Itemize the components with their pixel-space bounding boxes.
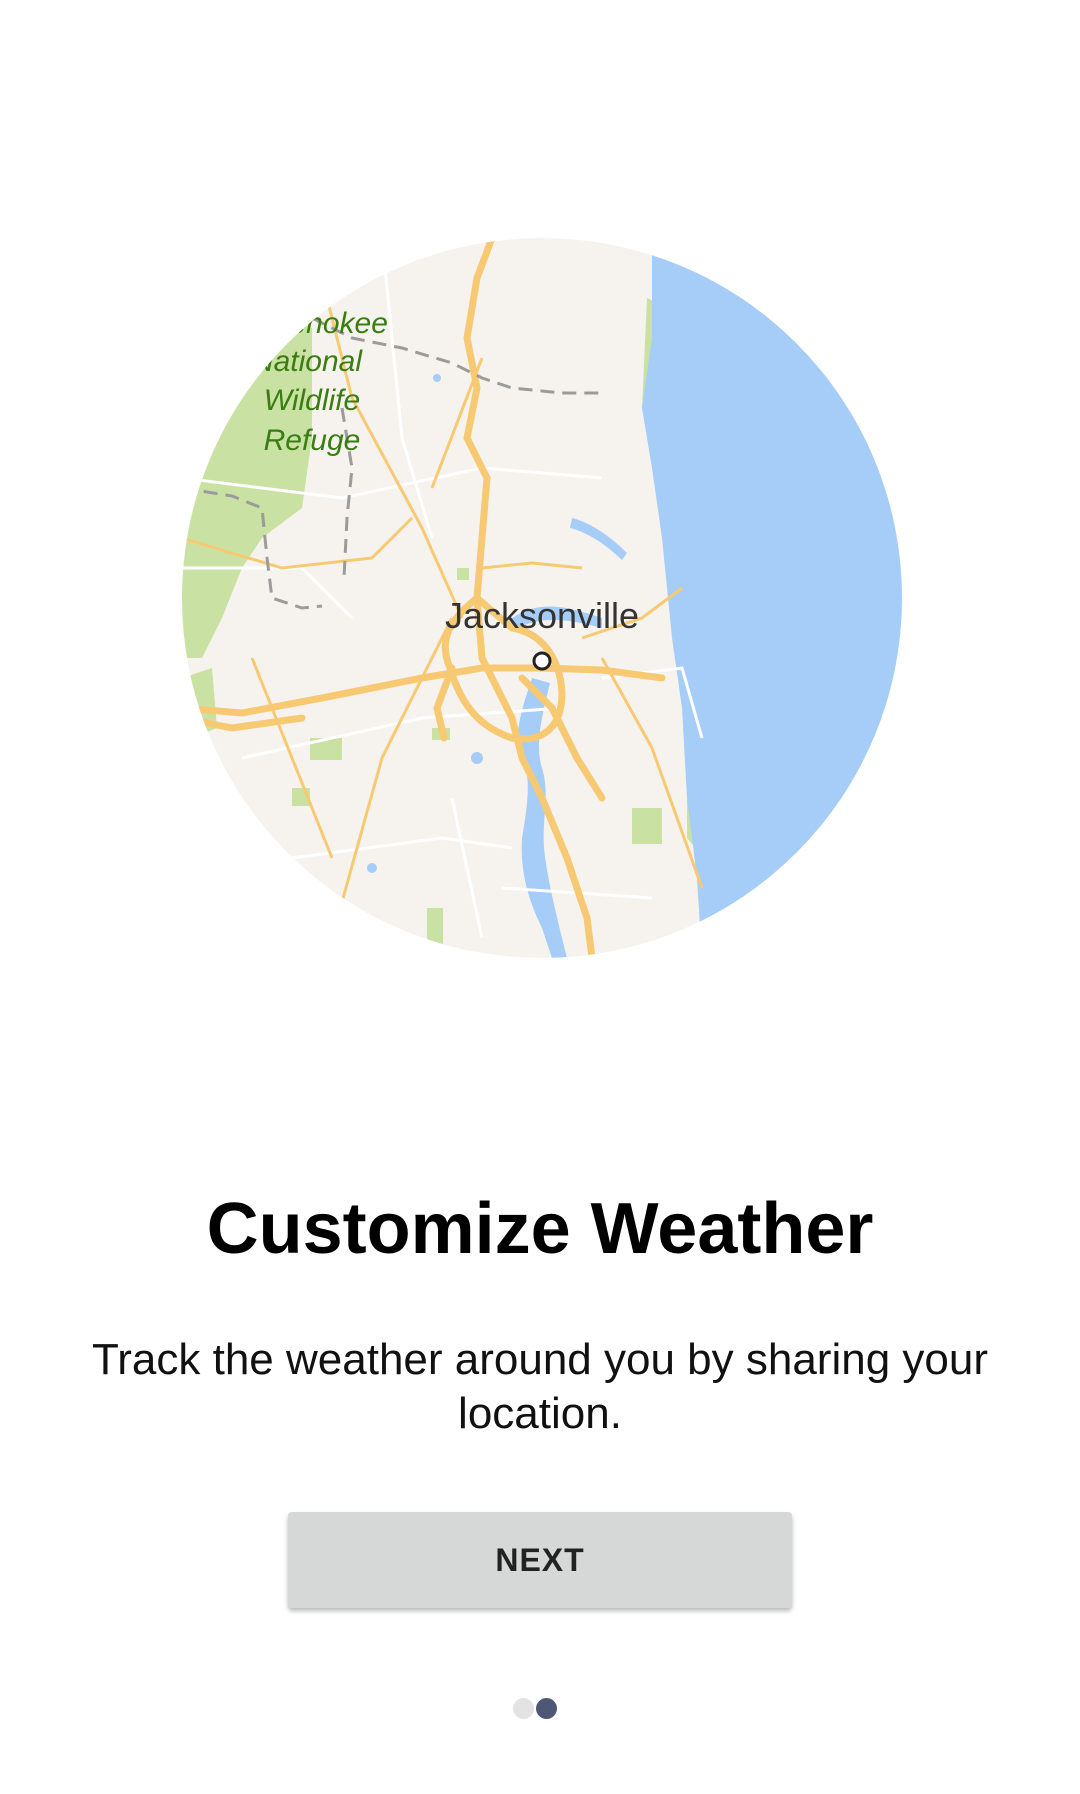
- refuge-label-line-4: Refuge: [264, 424, 361, 457]
- page-indicator-dot-1[interactable]: [513, 1698, 534, 1719]
- page-indicator: [0, 1698, 1080, 1719]
- city-marker-icon: [532, 651, 552, 671]
- refuge-label-line-2: National: [252, 345, 363, 378]
- refuge-label-line-1: Okefenokee: [226, 307, 388, 340]
- page-indicator-dot-2[interactable]: [536, 1698, 557, 1719]
- map-illustration: Okefenokee National Wildlife Refuge Jack…: [182, 238, 902, 958]
- page-description: Track the weather around you by sharing …: [92, 1335, 988, 1438]
- city-label: Jacksonville: [445, 595, 639, 636]
- refuge-label-line-3: Wildlife: [264, 384, 360, 417]
- next-button[interactable]: NEXT: [288, 1512, 792, 1608]
- page-title: Customize Weather: [206, 1189, 874, 1269]
- map-image: Okefenokee National Wildlife Refuge Jack…: [182, 238, 902, 958]
